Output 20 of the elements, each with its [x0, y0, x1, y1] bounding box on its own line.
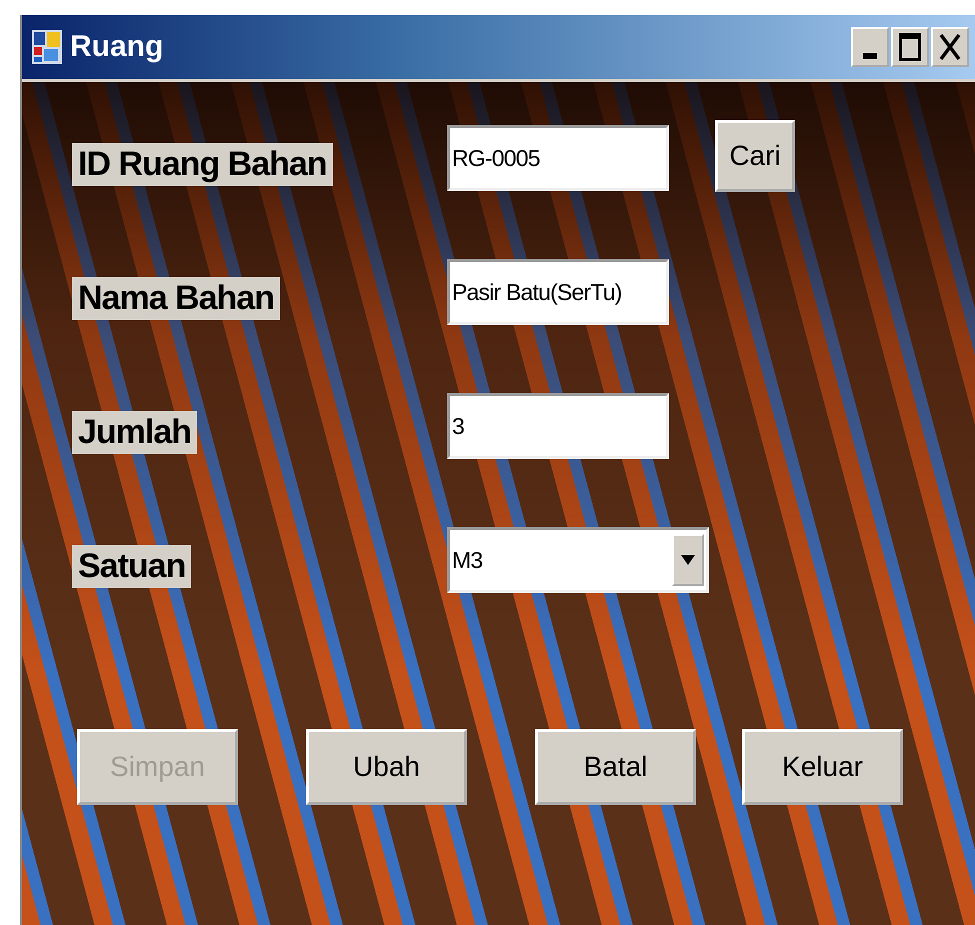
- window-title: Ruang: [70, 30, 164, 64]
- minimize-icon: [863, 53, 877, 59]
- action-button[interactable]: Ubah: [306, 729, 467, 805]
- search-button[interactable]: Cari: [715, 120, 795, 192]
- window-app-icon: [32, 30, 62, 64]
- minimize-button[interactable]: [851, 27, 889, 67]
- text-field[interactable]: RG-0005: [447, 125, 669, 191]
- field-label: ID Ruang Bahan: [72, 143, 333, 186]
- maximize-button[interactable]: [891, 27, 929, 67]
- text-field[interactable]: Pasir Batu(SerTu): [447, 259, 669, 325]
- field-label: Nama Bahan: [72, 277, 280, 320]
- field-label: Jumlah: [72, 411, 198, 454]
- text-field[interactable]: 3: [447, 393, 669, 459]
- maximize-icon: [899, 33, 921, 61]
- dropdown-field[interactable]: M3: [447, 527, 709, 593]
- close-icon: [939, 34, 961, 60]
- close-button[interactable]: [931, 27, 969, 67]
- field-label: Satuan: [72, 545, 192, 588]
- action-button[interactable]: Keluar: [742, 729, 903, 805]
- action-button[interactable]: Batal: [535, 729, 696, 805]
